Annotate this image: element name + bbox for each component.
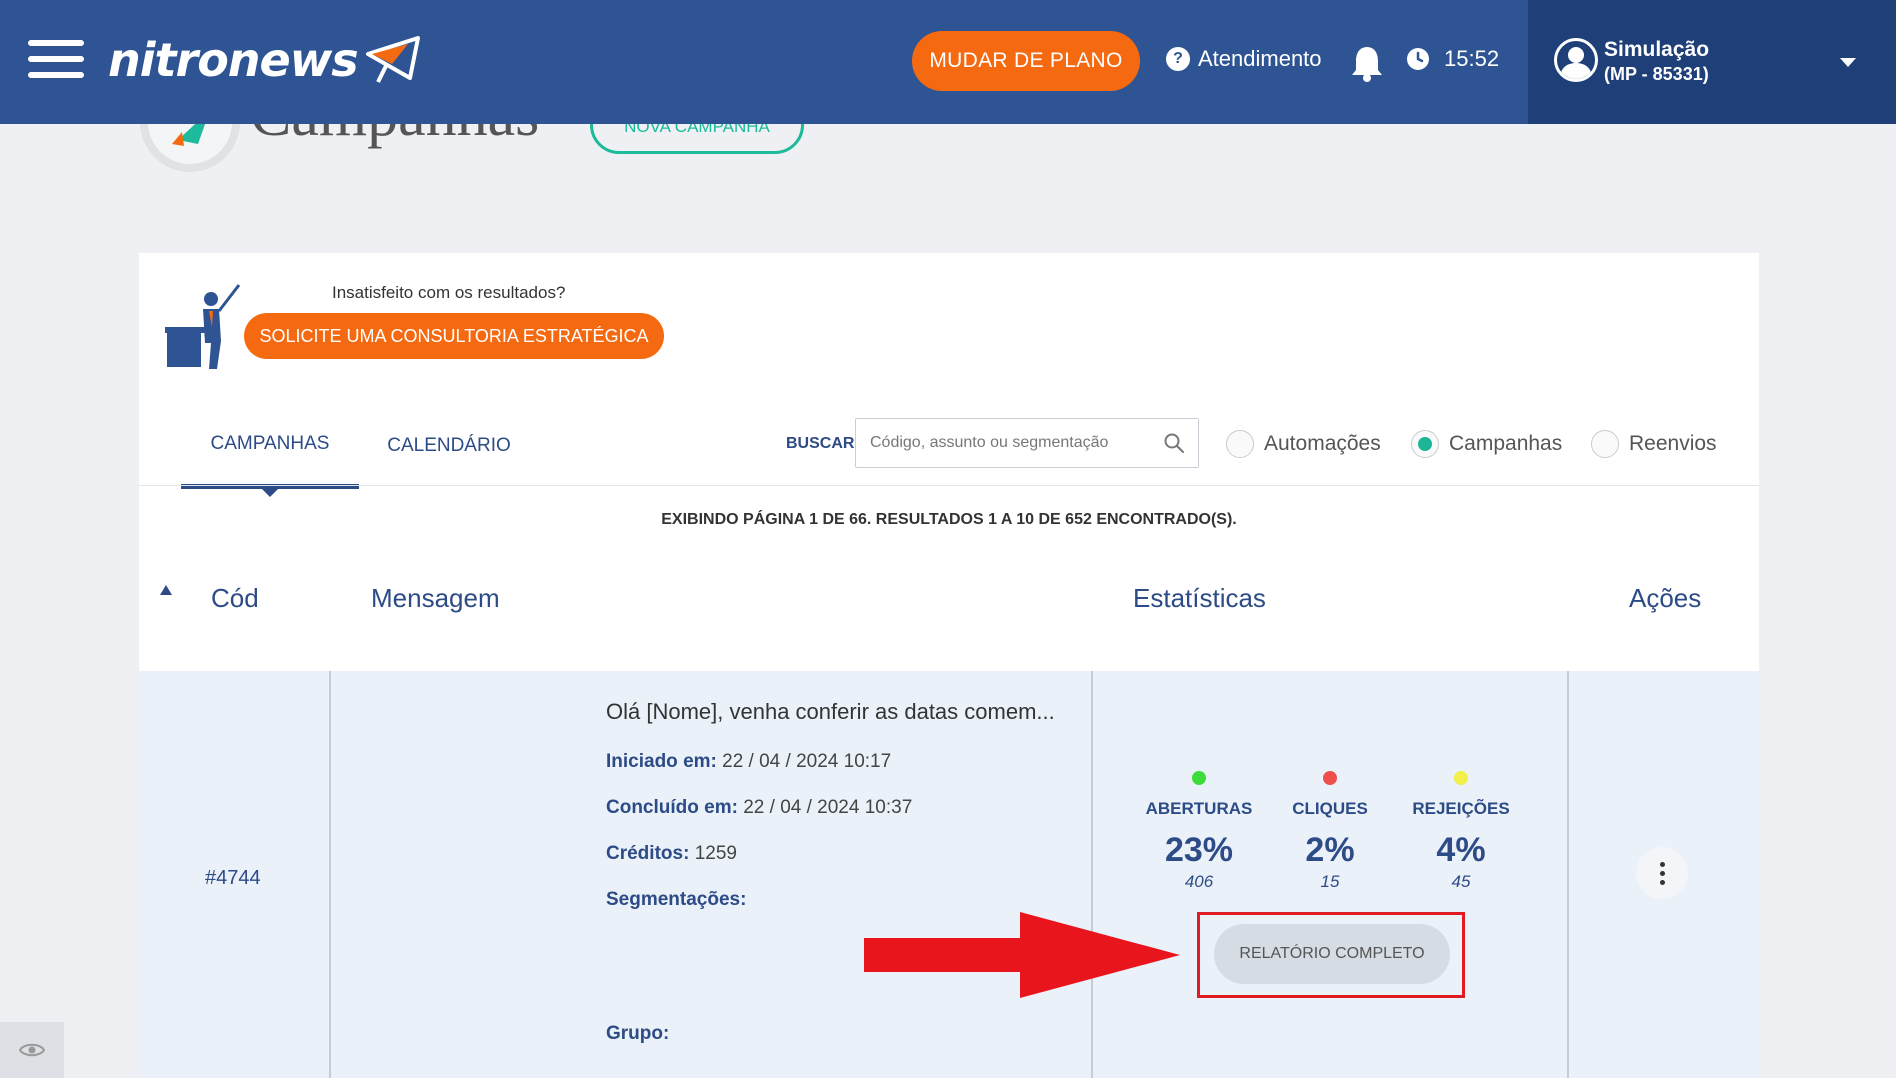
- logo[interactable]: nitronews: [108, 30, 426, 90]
- clock-icon: [1407, 48, 1429, 70]
- search-input[interactable]: [856, 419, 1162, 467]
- table-row: #4744 Olá [Nome], venha conferir as data…: [139, 671, 1759, 1078]
- tab-bar: CAMPANHAS CALENDÁRIO: [181, 403, 539, 497]
- column-divider: [329, 671, 331, 1078]
- status-dot-green: [1192, 771, 1206, 785]
- consultant-icon: [165, 284, 241, 369]
- stat-count: 406: [1184, 872, 1214, 891]
- segmentations-label: Segmentações:: [606, 889, 747, 910]
- credits: Créditos: 1259: [606, 843, 737, 865]
- stat-percent: 4%: [1436, 831, 1486, 869]
- stat-label: REJEIÇÕES: [1412, 799, 1510, 818]
- group: Grupo:: [606, 1023, 669, 1045]
- clock-time: 15:52: [1444, 46, 1500, 71]
- row-actions-menu-icon[interactable]: [1636, 847, 1688, 899]
- search-icon[interactable]: [1162, 431, 1186, 455]
- tab-campanhas[interactable]: CAMPANHAS: [181, 403, 359, 497]
- filter-automacoes-label: Automações: [1264, 432, 1381, 455]
- support-link[interactable]: ? Atendimento: [1166, 46, 1322, 72]
- strategic-consulting-button[interactable]: SOLICITE UMA CONSULTORIA ESTRATÉGICA: [244, 313, 664, 359]
- search-field: [855, 418, 1199, 468]
- stat-count: 15: [1320, 872, 1340, 891]
- help-icon: ?: [1166, 47, 1190, 71]
- promo-question: Insatisfeito com os resultados?: [332, 283, 566, 302]
- bell-icon[interactable]: [1350, 44, 1384, 82]
- started-at-value: 22 / 04 / 2024 10:17: [722, 751, 892, 772]
- stat-count: 45: [1451, 872, 1471, 891]
- menu-icon[interactable]: [28, 40, 84, 80]
- user-name: Simulação: [1604, 38, 1710, 61]
- radio-campanhas[interactable]: [1411, 430, 1439, 458]
- eye-icon[interactable]: [0, 1022, 64, 1078]
- top-navbar: nitronews MUDAR DE PLANO ? Atendimento 1…: [0, 0, 1896, 124]
- filter-reenvios-label: Reenvios: [1629, 432, 1717, 455]
- support-label: Atendimento: [1198, 46, 1322, 71]
- stat-percent: 23%: [1164, 831, 1234, 869]
- stat-label: ABERTURAS: [1145, 799, 1253, 818]
- campaign-subject[interactable]: Olá [Nome], venha conferir as datas come…: [606, 699, 1055, 725]
- credits-value: 1259: [694, 843, 737, 864]
- sort-caret-icon[interactable]: [160, 585, 172, 595]
- user-account: (MP - 85331): [1604, 64, 1709, 84]
- search-label: BUSCAR: [786, 435, 855, 452]
- filter-campanhas-label: Campanhas: [1449, 432, 1563, 455]
- user-menu[interactable]: Simulação (MP - 85331): [1528, 0, 1896, 124]
- stat-label: CLIQUES: [1292, 799, 1368, 818]
- status-dot-yellow: [1454, 771, 1468, 785]
- avatar: [1554, 38, 1598, 82]
- credits-label: Créditos:: [606, 843, 690, 864]
- group-label: Grupo:: [606, 1023, 670, 1044]
- column-header-acoes: Ações: [1629, 583, 1702, 613]
- filter-reenvios[interactable]: Reenvios: [1591, 430, 1717, 458]
- radio-automacoes[interactable]: [1226, 430, 1254, 458]
- column-header-estatisticas: Estatísticas: [1133, 583, 1266, 613]
- red-arrow-annotation: [864, 912, 1180, 998]
- logo-text: nitronews: [108, 33, 359, 87]
- clock: 15:52: [1406, 46, 1499, 72]
- radio-reenvios[interactable]: [1591, 430, 1619, 458]
- envelope-logo-icon: [365, 36, 420, 83]
- tab-calendario[interactable]: CALENDÁRIO: [359, 403, 539, 489]
- stat-percent: 2%: [1305, 831, 1355, 869]
- filter-automacoes[interactable]: Automações: [1226, 430, 1381, 458]
- chevron-down-icon: [1840, 58, 1856, 67]
- segmentations: Segmentações:: [606, 889, 746, 911]
- stat-rejeicoes: REJEIÇÕES 4% 45: [1401, 771, 1521, 892]
- column-header-mensagem: Mensagem: [371, 583, 500, 613]
- column-divider: [1091, 671, 1093, 1078]
- status-dot-red: [1323, 771, 1337, 785]
- divider: [139, 485, 1759, 486]
- user-icon: [1560, 47, 1592, 79]
- campaign-code: #4744: [205, 867, 261, 889]
- stat-aberturas: ABERTURAS 23% 406: [1139, 771, 1259, 892]
- full-report-button[interactable]: RELATÓRIO COMPLETO: [1214, 924, 1450, 984]
- change-plan-button[interactable]: MUDAR DE PLANO: [912, 31, 1140, 91]
- column-header-cod[interactable]: Cód: [211, 583, 259, 614]
- finished-at-value: 22 / 04 / 2024 10:37: [743, 797, 913, 818]
- stat-cliques: CLIQUES 2% 15: [1270, 771, 1390, 892]
- finished-at-label: Concluído em:: [606, 797, 738, 818]
- started-at-label: Iniciado em:: [606, 751, 717, 772]
- finished-at: Concluído em: 22 / 04 / 2024 10:37: [606, 797, 912, 819]
- results-summary: EXIBINDO PÁGINA 1 DE 66. RESULTADOS 1 A …: [661, 511, 1237, 528]
- column-divider: [1567, 671, 1569, 1078]
- started-at: Iniciado em: 22 / 04 / 2024 10:17: [606, 751, 891, 773]
- filter-campanhas[interactable]: Campanhas: [1411, 430, 1562, 458]
